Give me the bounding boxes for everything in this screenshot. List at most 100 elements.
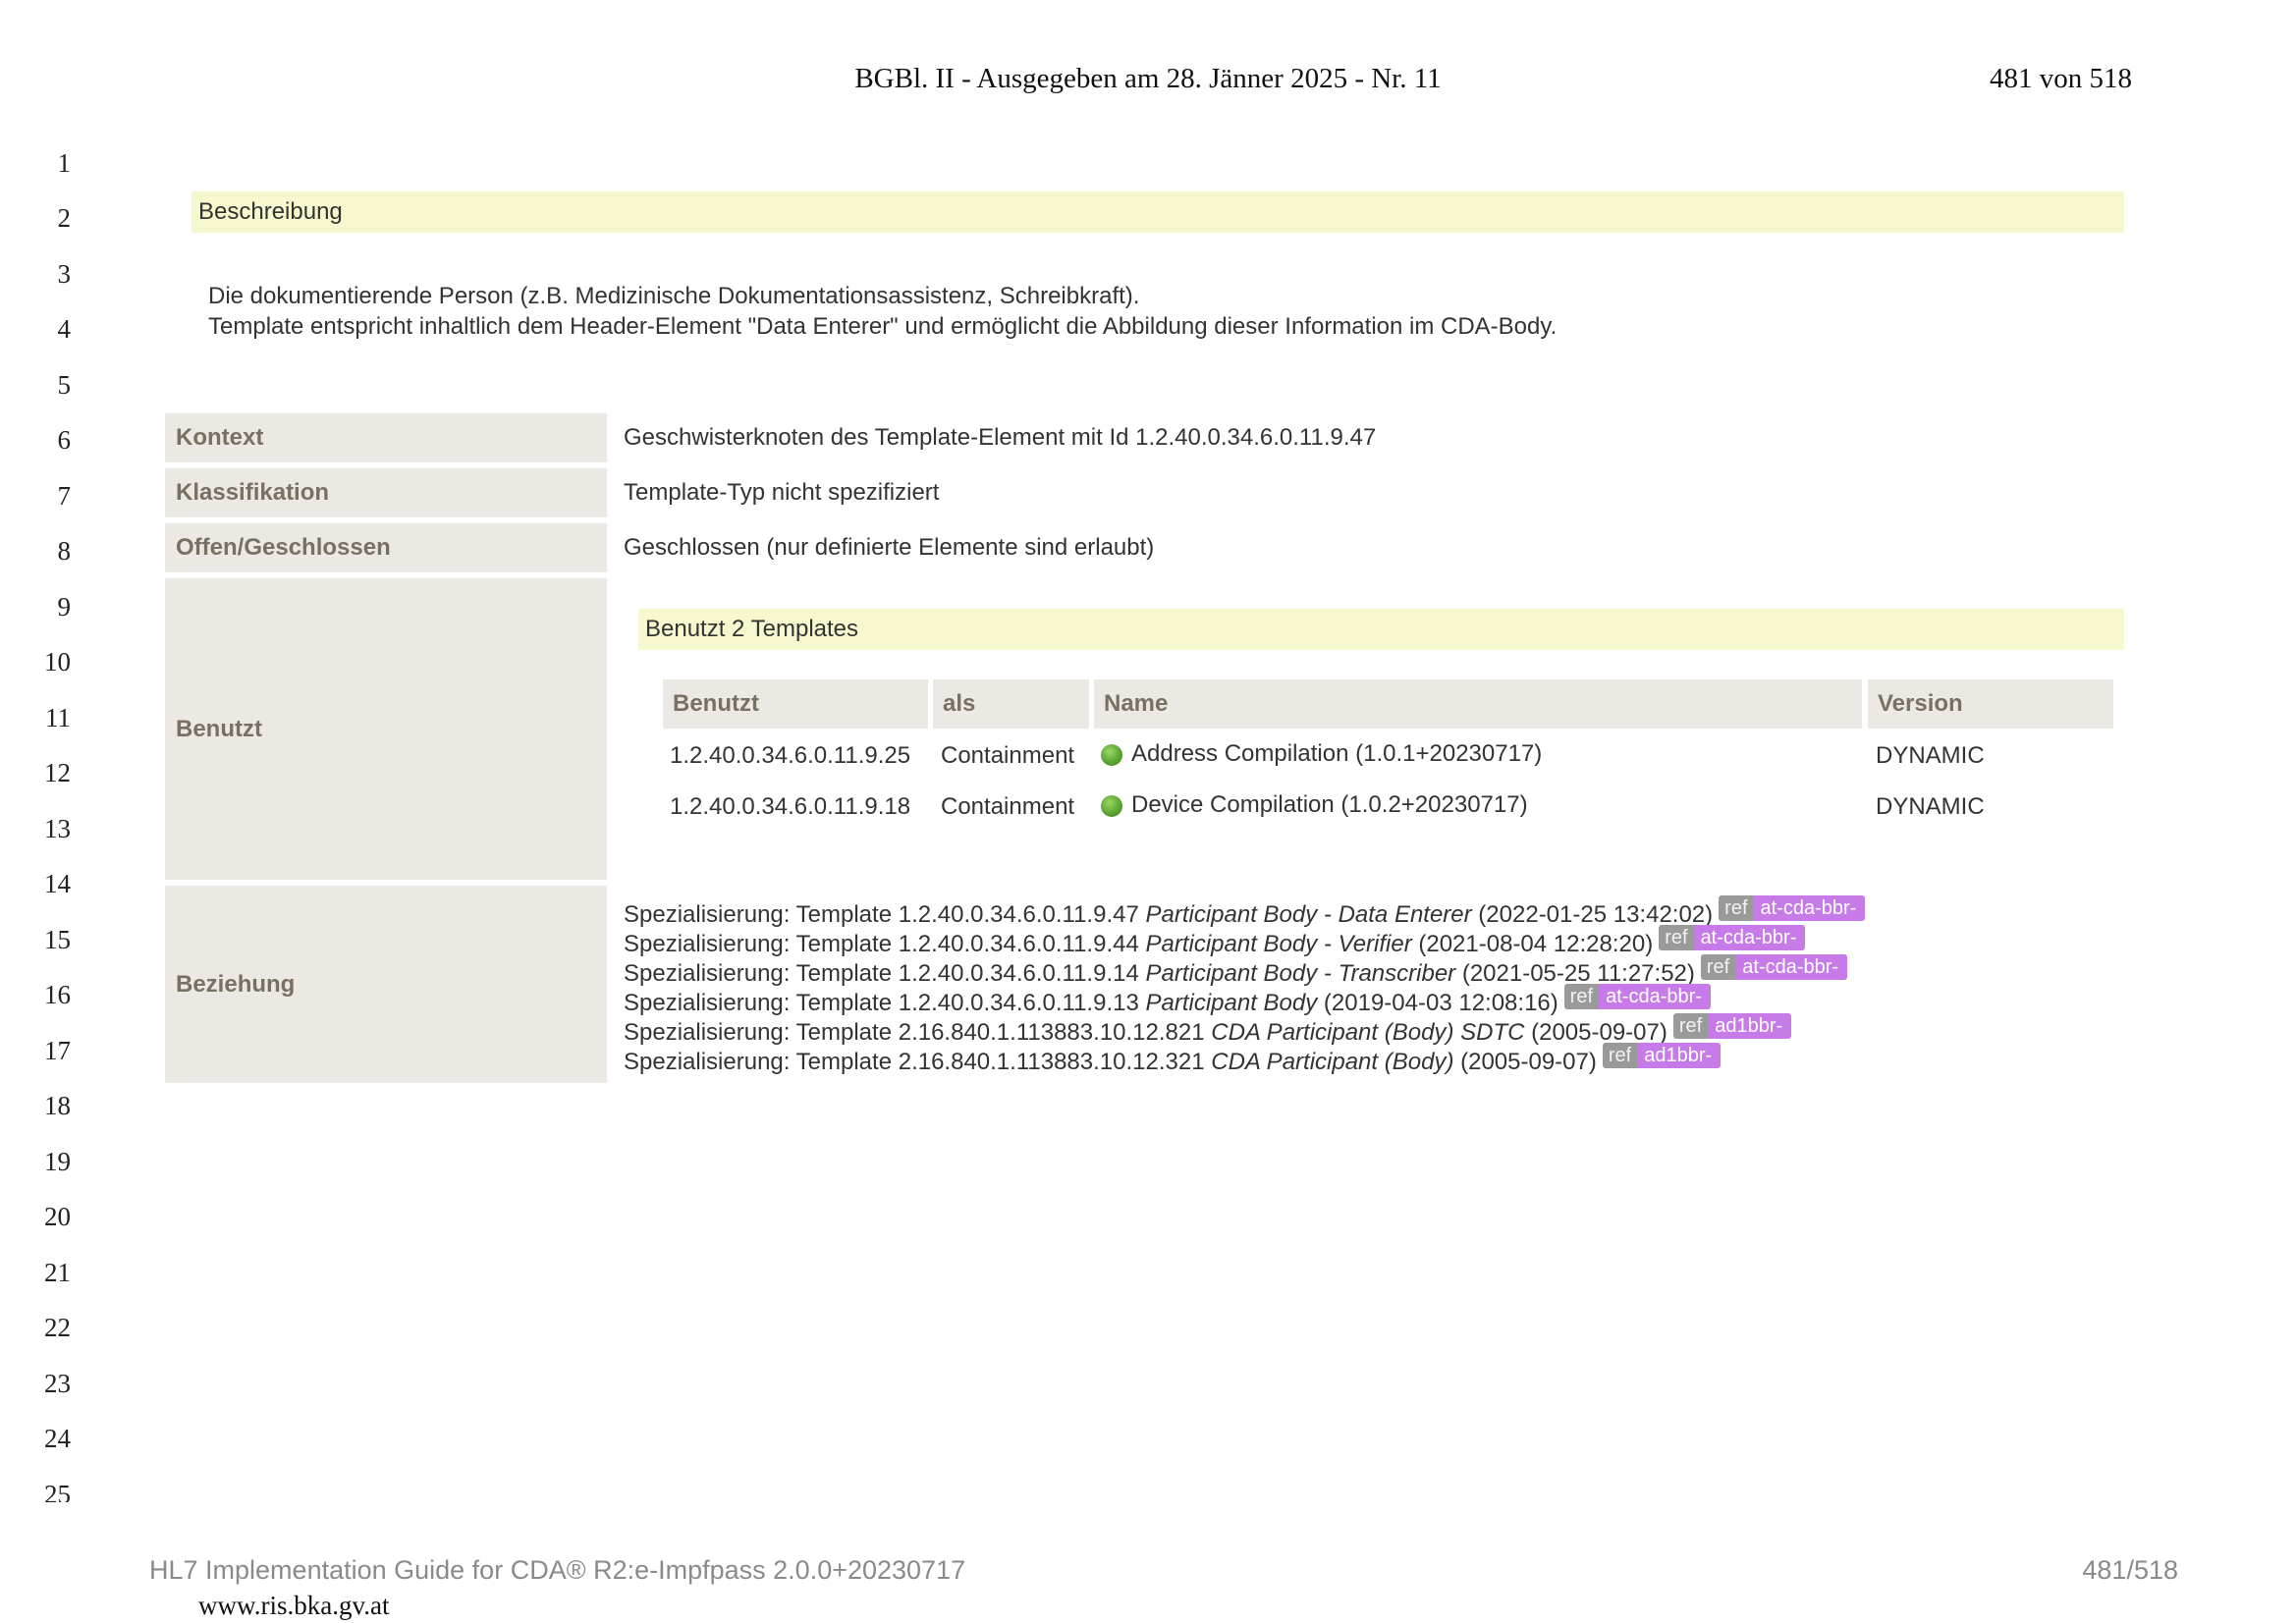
- ref-label: ref: [1659, 925, 1694, 950]
- line-number: 17: [44, 1036, 71, 1065]
- ref-badge[interactable]: ref at-cda-bbr-: [1563, 984, 1711, 1009]
- line-number: 14: [44, 869, 71, 898]
- column-header-benutzt: Benutzt: [663, 679, 928, 729]
- relation-prefix: Spezialisierung: Template 1.2.40.0.34.6.…: [624, 960, 1146, 987]
- relation-item: Spezialisierung: Template 2.16.840.1.113…: [624, 1043, 1865, 1075]
- line-number: 6: [57, 425, 72, 455]
- line-number: 10: [44, 647, 71, 676]
- template-name: Device Compilation (1.0.2+20230717): [1131, 791, 1528, 818]
- beschreibung-line: Template entspricht inhaltlich dem Heade…: [208, 313, 1558, 340]
- relation-item: Spezialisierung: Template 2.16.840.1.113…: [624, 1013, 1865, 1046]
- column-header-als: als: [933, 679, 1089, 729]
- repository-prefix: at-cda-bbr-: [1735, 954, 1848, 980]
- template-version: DYNAMIC: [1876, 742, 1985, 769]
- ref-label: ref: [1563, 984, 1600, 1009]
- column-header-name: Name: [1094, 679, 1862, 729]
- relation-template-name[interactable]: Participant Body: [1145, 990, 1317, 1016]
- template-als: Containment: [941, 793, 1075, 820]
- line-number: 25: [44, 1480, 71, 1502]
- line-number: 22: [44, 1313, 71, 1342]
- offen-geschlossen-value: Geschlossen (nur definierte Elemente sin…: [624, 534, 1155, 561]
- relation-date: (2005‑09‑07): [1524, 1019, 1667, 1046]
- relation-date: (2022‑01‑25 13:42:02): [1471, 901, 1714, 928]
- line-number: 5: [57, 370, 72, 400]
- repository-prefix: ad1bbr-: [1708, 1013, 1792, 1039]
- ref-badge[interactable]: ref ad1bbr-: [1672, 1013, 1792, 1039]
- guide-title-footer: HL7 Implementation Guide for CDA® R2:e-I…: [149, 1555, 966, 1585]
- line-number: 12: [44, 758, 71, 787]
- line-number: 8: [57, 536, 72, 566]
- relation-template-name[interactable]: Participant Body - Data Enterer: [1145, 901, 1471, 928]
- relation-date: (2019‑04‑03 12:08:16): [1317, 990, 1558, 1016]
- gazette-header-title: BGBl. II - Ausgegeben am 28. Jänner 2025…: [854, 63, 1442, 94]
- line-number: 18: [44, 1091, 71, 1120]
- kontext-label: Kontext: [165, 413, 607, 462]
- relation-date: (2021‑05‑25 11:27:52): [1455, 960, 1695, 987]
- relation-prefix: Spezialisierung: Template 2.16.840.1.113…: [624, 1049, 1212, 1075]
- ris-url-link[interactable]: www.ris.bka.gv.at: [198, 1591, 389, 1621]
- ref-badge[interactable]: ref at-cda-bbr-: [1659, 925, 1806, 950]
- template-name: Address Compilation (1.0.1+20230717): [1131, 740, 1543, 767]
- template-version: DYNAMIC: [1876, 793, 1985, 820]
- line-number: 3: [57, 259, 72, 289]
- relation-item: Spezialisierung: Template 1.2.40.0.34.6.…: [624, 954, 1865, 987]
- beziehung-label: Beziehung: [165, 886, 607, 1083]
- template-id: 1.2.40.0.34.6.0.11.9.18: [670, 793, 911, 820]
- template-name-link[interactable]: Device Compilation (1.0.2+20230717): [1101, 791, 1528, 819]
- klassifikation-value: Template-Typ nicht spezifiziert: [624, 479, 940, 506]
- relation-prefix: Spezialisierung: Template 1.2.40.0.34.6.…: [624, 931, 1146, 957]
- benutzt-templates-heading: Benutzt 2 Templates: [638, 609, 2124, 650]
- offen-geschlossen-label: Offen/Geschlossen: [165, 523, 607, 572]
- ref-label: ref: [1700, 954, 1736, 980]
- beschreibung-heading: Beschreibung: [191, 191, 2124, 233]
- ref-badge[interactable]: ref at-cda-bbr-: [1700, 954, 1848, 980]
- relation-template-name[interactable]: Participant Body - Transcriber: [1145, 960, 1455, 987]
- line-number: 13: [44, 814, 71, 843]
- ref-label: ref: [1719, 895, 1754, 921]
- beschreibung-line: Die dokumentierende Person (z.B. Medizin…: [208, 283, 1140, 309]
- column-header-version: Version: [1868, 679, 2113, 729]
- relation-prefix: Spezialisierung: Template 2.16.840.1.113…: [624, 1019, 1212, 1046]
- repository-prefix: at-cda-bbr-: [1753, 895, 1866, 921]
- relation-prefix: Spezialisierung: Template 1.2.40.0.34.6.…: [624, 990, 1146, 1016]
- line-number: 21: [44, 1258, 71, 1287]
- line-number: 23: [44, 1369, 71, 1398]
- line-number: 1: [57, 148, 72, 178]
- relations-list: Spezialisierung: Template 1.2.40.0.34.6.…: [624, 895, 1866, 1075]
- gazette-page-number: 481 von 518: [1990, 63, 2132, 94]
- line-number: 7: [57, 481, 72, 511]
- ref-label: ref: [1602, 1043, 1638, 1068]
- line-number: 9: [57, 592, 72, 622]
- line-number: 16: [44, 980, 71, 1009]
- line-number: 11: [45, 703, 71, 732]
- line-number: 4: [57, 314, 72, 344]
- relation-template-name[interactable]: CDA Participant (Body) SDTC: [1211, 1019, 1524, 1046]
- line-number: 19: [44, 1147, 71, 1176]
- relation-template-name[interactable]: Participant Body - Verifier: [1145, 931, 1411, 957]
- status-active-icon: [1101, 795, 1122, 817]
- ref-badge[interactable]: ref ad1bbr-: [1602, 1043, 1722, 1068]
- relation-date: (2021‑08‑04 12:28:20): [1411, 931, 1654, 957]
- relation-date: (2005‑09‑07): [1453, 1049, 1597, 1075]
- line-number: 24: [44, 1424, 71, 1453]
- template-id: 1.2.40.0.34.6.0.11.9.25: [670, 742, 911, 769]
- relation-item: Spezialisierung: Template 1.2.40.0.34.6.…: [624, 984, 1865, 1016]
- repository-prefix: at-cda-bbr-: [1599, 984, 1711, 1009]
- line-number: 15: [44, 925, 71, 954]
- template-als: Containment: [941, 742, 1075, 769]
- line-number: 2: [57, 203, 72, 233]
- line-number-gutter: 1 2 3 4 5 6 7 8 9 10 11 12 13 14 15 16 1…: [0, 0, 79, 1502]
- benutzt-label: Benutzt: [165, 578, 607, 880]
- template-name-link[interactable]: Address Compilation (1.0.1+20230717): [1101, 740, 1542, 768]
- relation-prefix: Spezialisierung: Template 1.2.40.0.34.6.…: [624, 901, 1146, 928]
- repository-prefix: ad1bbr-: [1637, 1043, 1722, 1068]
- line-number: 20: [44, 1202, 71, 1231]
- footer-page-number: 481/518: [2082, 1555, 2178, 1585]
- klassifikation-label: Klassifikation: [165, 468, 607, 517]
- kontext-value: Geschwisterknoten des Template-Element m…: [624, 424, 1377, 451]
- repository-prefix: at-cda-bbr-: [1693, 925, 1806, 950]
- relation-item: Spezialisierung: Template 1.2.40.0.34.6.…: [624, 895, 1866, 928]
- status-active-icon: [1101, 744, 1122, 766]
- ref-badge[interactable]: ref at-cda-bbr-: [1719, 895, 1866, 921]
- relation-template-name[interactable]: CDA Participant (Body): [1211, 1049, 1453, 1075]
